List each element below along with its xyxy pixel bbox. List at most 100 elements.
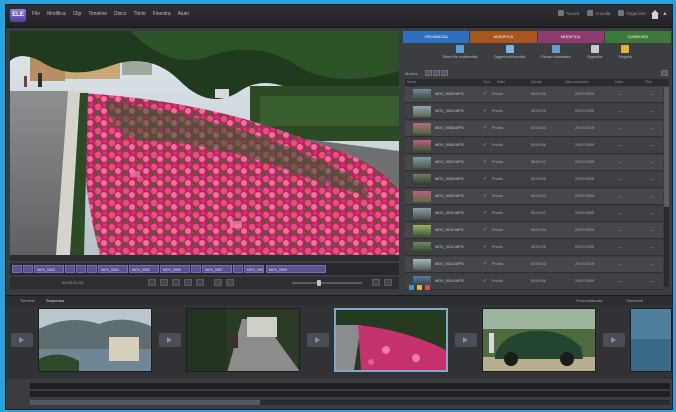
col-date[interactable]: Data creazione	[565, 80, 589, 84]
split-clip-button[interactable]	[214, 279, 222, 286]
organizer-button[interactable]: Organizer	[618, 10, 646, 16]
col-in[interactable]: Inizio	[615, 80, 623, 84]
clip-marker[interactable]	[191, 265, 201, 273]
clip-marker[interactable]	[65, 265, 75, 273]
menu-aiuto[interactable]: Aiuto	[178, 11, 189, 17]
col-type[interactable]: Tipo	[483, 80, 490, 84]
transition-icon[interactable]	[11, 333, 33, 347]
scene-slot[interactable]	[154, 308, 300, 374]
table-row[interactable]: MOV_0005.MPG ✓ Pronto 00:00:04 20/07/2009—…	[405, 121, 663, 137]
table-row[interactable]: MOV_0010.MPG ✓ Pronto 00:00:07 20/07/2009—…	[405, 206, 663, 222]
zoom-in-button[interactable]	[384, 279, 392, 286]
project-assets-button[interactable]: Oggetti multimediali	[494, 45, 525, 67]
view-list-icon[interactable]	[409, 285, 414, 290]
tab-modifica[interactable]: MODIFICA	[470, 31, 537, 43]
menu-timeline[interactable]: Timeline	[88, 11, 107, 17]
scene-slot[interactable]	[450, 308, 596, 374]
table-row[interactable]: MOV_0009.MPG ✓ Pronto 00:00:03 20/07/2009—…	[405, 189, 663, 205]
transition-icon[interactable]	[159, 333, 181, 347]
scene-thumbnail[interactable]	[38, 308, 152, 372]
fullscreen-button[interactable]	[226, 279, 234, 286]
volume-slider[interactable]	[292, 280, 362, 286]
clip-chip[interactable]: MOV_0005	[129, 265, 159, 273]
table-row[interactable]: MOV_0011.MPG ✓ Pronto 00:00:04 20/07/2009—…	[405, 223, 663, 239]
step-back-button[interactable]	[160, 279, 168, 286]
menu-file[interactable]: File	[32, 11, 40, 17]
transition-icon[interactable]	[455, 333, 477, 347]
sceneline-scrollbar[interactable]	[30, 400, 670, 405]
col-duration[interactable]: Durata	[531, 80, 542, 84]
menu-titolo[interactable]: Titolo	[134, 11, 146, 17]
menu-modifica[interactable]: Modifica	[47, 11, 66, 17]
list-scroll-thumb[interactable]	[664, 87, 669, 207]
clip-marker[interactable]	[76, 265, 86, 273]
tab-condividi[interactable]: CONDIVIDI	[604, 31, 671, 43]
transition-icon[interactable]	[307, 333, 329, 347]
scene-slot[interactable]	[598, 308, 672, 374]
clip-marker[interactable]	[87, 265, 97, 273]
tab-timeline[interactable]: Timeline	[20, 298, 35, 303]
undo-button[interactable]: Annulla	[587, 10, 610, 16]
folder-small-icon[interactable]	[417, 285, 422, 290]
home-icon[interactable]	[650, 10, 660, 20]
scene-thumbnail-selected[interactable]	[334, 308, 448, 372]
menu-finestra[interactable]: Finestra	[153, 11, 171, 17]
scene-thumbnail[interactable]	[630, 308, 672, 372]
play-button[interactable]	[172, 279, 180, 286]
volume-knob[interactable]	[317, 280, 321, 286]
delete-icon[interactable]	[425, 285, 430, 290]
menu-disco[interactable]: Disco	[114, 11, 127, 17]
clip-marker[interactable]	[233, 265, 243, 273]
zoom-out-button[interactable]	[372, 279, 380, 286]
scene-slot[interactable]	[6, 308, 152, 374]
app-logo: ELE	[10, 9, 26, 22]
table-row[interactable]: MOV_0012.MPG ✓ Pronto 00:00:05 20/07/2009—…	[405, 240, 663, 256]
preview-monitor[interactable]	[10, 31, 399, 255]
clip-marker[interactable]	[12, 265, 22, 273]
instant-movie-button[interactable]: Filmato istantaneo	[541, 45, 571, 67]
table-row[interactable]: MOV_0004.MPG ✓ Pronto 00:00:03 20/07/2009—…	[405, 104, 663, 120]
clip-chip[interactable]: MOV_0003	[34, 265, 64, 273]
table-row[interactable]: MOV_0008.MPG ✓ Pronto 00:00:05 20/07/2009—…	[405, 172, 663, 188]
clip-chip[interactable]: MOV_0006	[160, 265, 190, 273]
filter-image-toggle[interactable]	[441, 70, 448, 76]
sceneline-scroll-thumb[interactable]	[30, 400, 260, 405]
col-status[interactable]: Stato	[497, 80, 505, 84]
organizer-action-button[interactable]: Organizer	[587, 45, 603, 67]
transition-icon[interactable]	[603, 333, 625, 347]
scene-thumbnail[interactable]	[186, 308, 300, 372]
get-media-button[interactable]: Ottieni file multimediali	[442, 45, 478, 67]
clip-chip[interactable]: MOV_0008	[244, 265, 264, 273]
tab-sequenza[interactable]: Sequenza	[46, 298, 64, 303]
audio-track[interactable]	[30, 383, 670, 389]
scrub-bar[interactable]	[10, 255, 399, 261]
col-out[interactable]: Fine	[645, 80, 652, 84]
clip-chip[interactable]: MOV_0004	[98, 265, 128, 273]
table-row[interactable]: MOV_0003.MPG ✓ Pronto 00:00:05 20/07/2009—…	[405, 87, 663, 103]
rewind-button[interactable]	[148, 279, 156, 286]
list-scrollbar[interactable]	[664, 87, 669, 287]
clip-chip[interactable]: MOV_0007	[202, 265, 232, 273]
table-row[interactable]: MOV_0013.MPG ✓ Pronto 00:00:03 20/07/2009—…	[405, 257, 663, 273]
tools-button[interactable]: Strumenti	[626, 298, 643, 303]
fast-forward-button[interactable]	[196, 279, 204, 286]
clip-marker[interactable]	[23, 265, 33, 273]
clip-chip[interactable]: MOV_0009	[266, 265, 326, 273]
new-item-button[interactable]	[661, 70, 668, 76]
scroll-up-icon[interactable]: ▲	[662, 11, 670, 19]
table-row[interactable]: MOV_0006.MPG ✓ Pronto 00:00:06 20/07/2009—…	[405, 138, 663, 154]
col-name[interactable]: Nome	[407, 80, 416, 84]
new-button[interactable]: Nuovo	[558, 10, 579, 16]
menu-clip[interactable]: Clip	[73, 11, 82, 17]
project-button[interactable]: Progetto	[619, 45, 632, 67]
filter-audio-toggle[interactable]	[433, 70, 440, 76]
step-forward-button[interactable]	[184, 279, 192, 286]
tab-organizza[interactable]: ORGANIZZA	[403, 31, 470, 43]
scene-slot[interactable]	[302, 308, 448, 374]
table-row[interactable]: MOV_0007.MPG ✓ Pronto 00:00:02 20/07/2009—…	[405, 155, 663, 171]
scene-thumbnail[interactable]	[482, 308, 596, 372]
custom-view-button[interactable]: Personalizzato	[576, 298, 602, 303]
tab-modifica-2[interactable]: MODIFICA	[537, 31, 604, 43]
filter-video-toggle[interactable]	[425, 70, 432, 76]
narration-track[interactable]	[30, 391, 670, 397]
